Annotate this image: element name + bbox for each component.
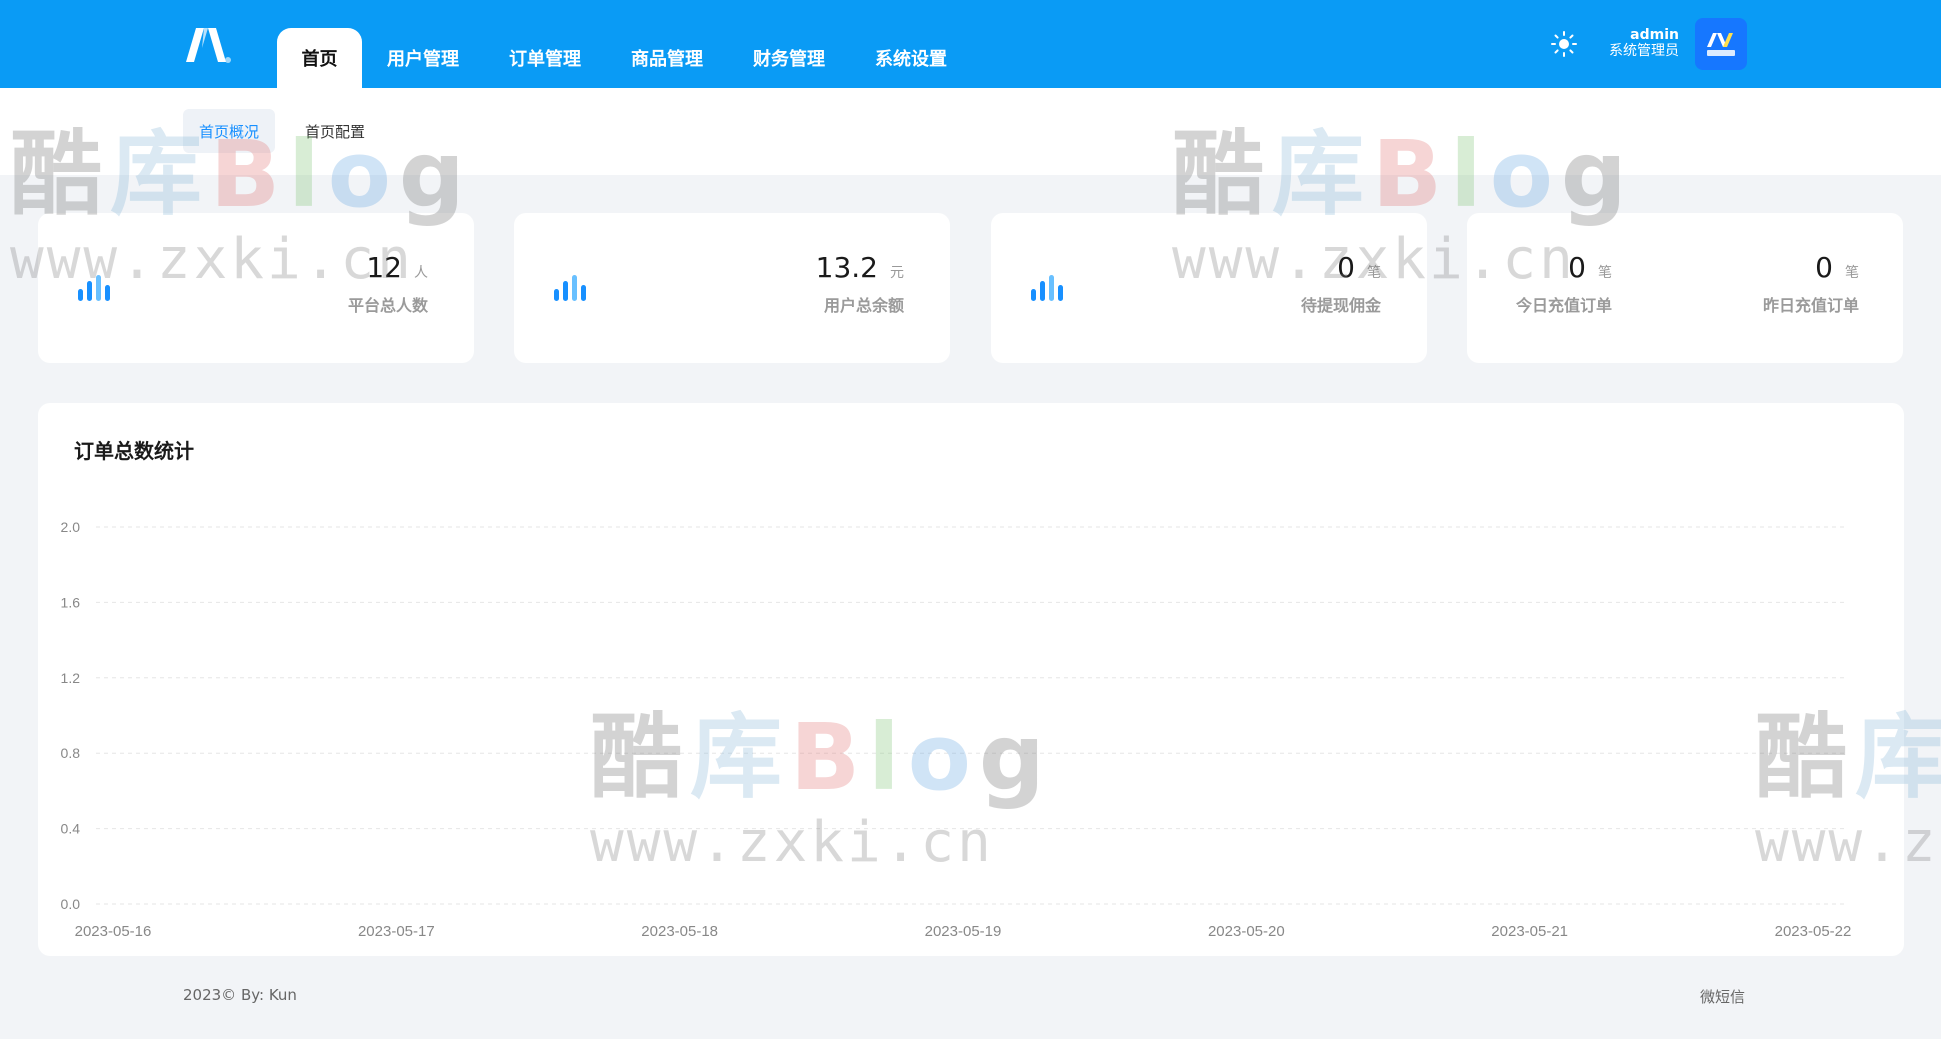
stat-withdraw: 0笔 待提现佣金 (1301, 251, 1381, 316)
main-nav: 首页 用户管理 订单管理 商品管理 财务管理 系统设置 (277, 28, 972, 88)
nav-tab-3[interactable]: 商品管理 (606, 28, 728, 88)
x-tick-label: 2023-05-19 (925, 923, 1002, 940)
y-tick-label: 0.8 (61, 745, 81, 761)
stat-users-value: 12 (366, 251, 402, 284)
sub-navbar: 首页概况 首页配置 (0, 88, 1941, 175)
stat-today-recharge-label: 今日充值订单 (1515, 296, 1612, 315)
bar-chart-icon (554, 275, 586, 301)
top-navbar: 首页 用户管理 订单管理 商品管理 财务管理 系统设置 admin 系统管理员 (0, 0, 1941, 88)
x-tick-label: 2023-05-18 (641, 923, 718, 940)
bar-chart-icon (1031, 275, 1063, 301)
stat-yesterday-recharge-unit: 笔 (1845, 265, 1859, 281)
x-tick-label: 2023-05-20 (1208, 923, 1285, 940)
stat-card-recharge: 0笔 今日充值订单 0笔 昨日充值订单 (1467, 213, 1903, 363)
order-line-chart: 0.0 0.4 0.8 1.2 1.6 2.0 2023-05-16 2023-05-17 20… (61, 519, 1852, 940)
stat-today-recharge-value: 0 (1568, 251, 1586, 284)
stat-withdraw-value: 0 (1337, 251, 1355, 284)
nav-tab-2[interactable]: 订单管理 (484, 28, 606, 88)
stat-balance-label: 用户总余额 (823, 296, 904, 315)
stat-card-users: 12 人 平台总人数 (38, 213, 474, 363)
stat-users-unit: 人 (414, 265, 428, 281)
stat-card-balance: 13.2 元 用户总余额 (514, 213, 950, 363)
x-tick-label: 2023-05-22 (1775, 923, 1852, 940)
sun-icon[interactable] (1550, 30, 1578, 58)
stat-yesterday-recharge: 0笔 昨日充值订单 (1763, 251, 1859, 316)
stat-balance-value: 13.2 (815, 251, 878, 284)
stat-users: 12 人 平台总人数 (348, 251, 428, 316)
avatar[interactable] (1695, 18, 1747, 70)
stat-withdraw-label: 待提现佣金 (1300, 296, 1381, 315)
stat-today-recharge-unit: 笔 (1598, 265, 1612, 281)
x-tick-label: 2023-05-16 (75, 923, 152, 940)
stat-users-label: 平台总人数 (347, 296, 428, 315)
stat-balance: 13.2 元 用户总余额 (816, 251, 904, 316)
x-tick-label: 2023-05-21 (1491, 923, 1568, 940)
y-tick-label: 0.4 (61, 821, 81, 837)
nav-tab-4[interactable]: 财务管理 (728, 28, 850, 88)
stat-today-recharge: 0笔 今日充值订单 (1516, 251, 1612, 316)
stat-balance-unit: 元 (890, 265, 904, 281)
order-chart-card: 订单总数统计 0.0 0.4 0.8 1.2 1.6 2.0 2023-05-16 2023-… (38, 403, 1904, 956)
nav-tab-5[interactable]: 系统设置 (850, 28, 972, 88)
y-tick-label: 1.6 (61, 594, 81, 610)
y-tick-label: 2.0 (61, 519, 81, 535)
stat-yesterday-recharge-value: 0 (1815, 251, 1833, 284)
y-tick-label: 1.2 (61, 670, 81, 686)
footer-copyright: 2023© By: Kun (183, 986, 297, 1004)
nav-tab-1[interactable]: 用户管理 (362, 28, 484, 88)
app-logo[interactable] (182, 24, 238, 64)
nav-tab-0[interactable]: 首页 (277, 28, 362, 88)
subtab-overview-label: 首页概况 (199, 122, 260, 141)
subtab-overview[interactable]: 首页概况 (183, 109, 276, 153)
user-role: 系统管理员 (1609, 43, 1679, 59)
footer-link[interactable]: 微短信 (1700, 986, 1745, 1007)
subtab-config[interactable]: 首页配置 (289, 109, 381, 153)
stat-yesterday-recharge-label: 昨日充值订单 (1762, 296, 1859, 315)
stat-withdraw-unit: 笔 (1367, 265, 1381, 281)
x-tick-label: 2023-05-17 (358, 923, 435, 940)
stat-card-withdraw: 0笔 待提现佣金 (991, 213, 1427, 363)
subtab-config-label: 首页配置 (305, 122, 366, 141)
user-name: admin (1630, 27, 1679, 43)
bar-chart-icon (78, 275, 110, 301)
user-info[interactable]: admin 系统管理员 (1609, 27, 1679, 59)
y-tick-label: 0.0 (61, 896, 81, 912)
